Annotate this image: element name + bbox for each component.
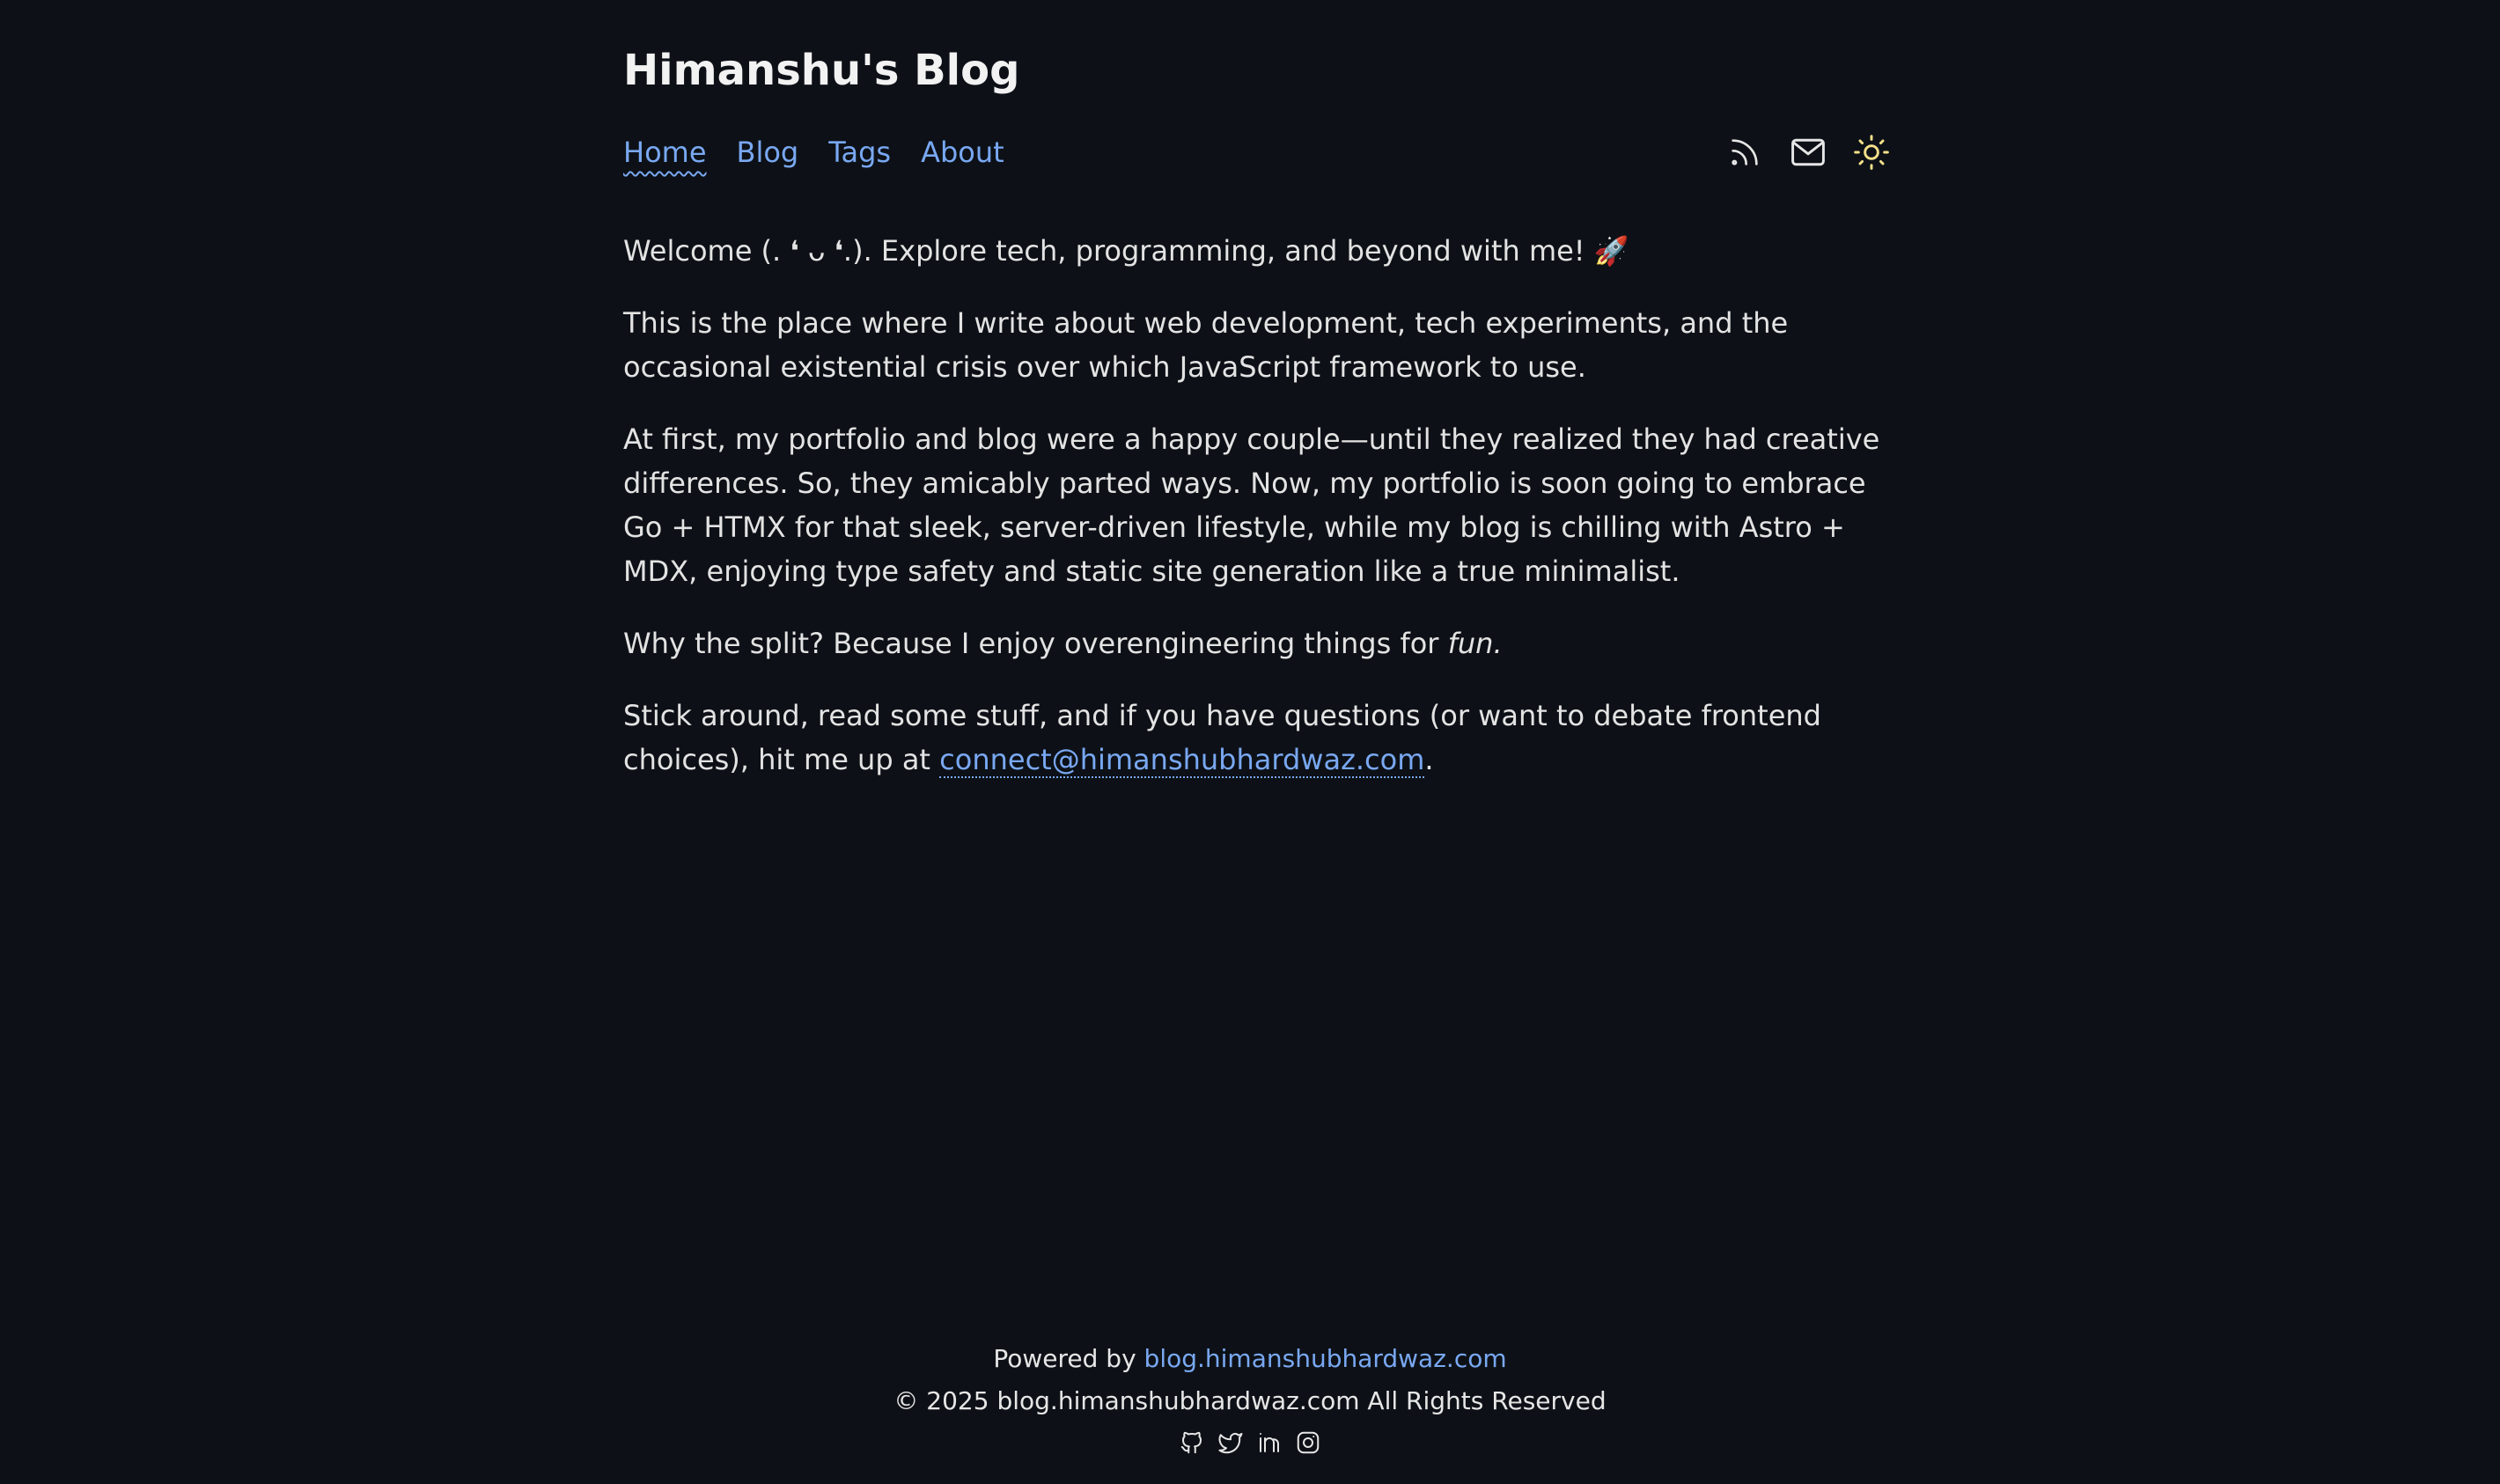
nav-tags[interactable]: Tags (828, 130, 891, 174)
nav-about[interactable]: About (921, 130, 1004, 174)
description-paragraph: This is the place where I write about we… (623, 306, 1789, 384)
site-title[interactable]: Himanshu's Blog (623, 42, 1019, 99)
split-text: Why the split? Because I enjoy overengin… (623, 627, 1448, 660)
header-icons (1725, 130, 1891, 174)
fun-emphasis: fun. (1447, 627, 1503, 660)
rss-icon[interactable] (1725, 133, 1764, 172)
sun-icon[interactable] (1852, 133, 1891, 172)
main-content: Welcome (. ❛ ᴗ ❛.). Explore tech, progra… (623, 229, 1891, 810)
main-nav: Home Blog Tags About (623, 130, 1034, 174)
email-link[interactable]: connect@himanshubhardwaz.com (939, 743, 1425, 778)
powered-by: Powered by blog.himanshubhardwaz.com (0, 1338, 2500, 1380)
instagram-icon[interactable] (1293, 1428, 1323, 1458)
footer: Powered by blog.himanshubhardwaz.com © 2… (0, 1338, 2500, 1458)
nav-home[interactable]: Home (623, 130, 707, 174)
linkedin-icon[interactable] (1254, 1428, 1284, 1458)
split-paragraph: Why the split? Because I enjoy overengin… (623, 621, 1891, 665)
twitter-icon[interactable] (1216, 1428, 1246, 1458)
social-links (0, 1428, 2500, 1458)
intro-paragraph: Welcome (. ❛ ᴗ ❛.). Explore tech, progra… (623, 234, 1629, 268)
contact-period: . (1424, 743, 1434, 776)
nav-blog[interactable]: Blog (737, 130, 799, 174)
story-paragraph: At first, my portfolio and blog were a h… (623, 422, 1880, 588)
copyright: © 2025 blog.himanshubhardwaz.com All Rig… (893, 1386, 1607, 1415)
powered-label: Powered by (993, 1344, 1144, 1373)
contact-paragraph: Stick around, read some stuff, and if yo… (623, 694, 1891, 782)
github-icon[interactable] (1177, 1428, 1207, 1458)
mail-icon[interactable] (1789, 133, 1827, 172)
powered-link[interactable]: blog.himanshubhardwaz.com (1144, 1344, 1507, 1373)
